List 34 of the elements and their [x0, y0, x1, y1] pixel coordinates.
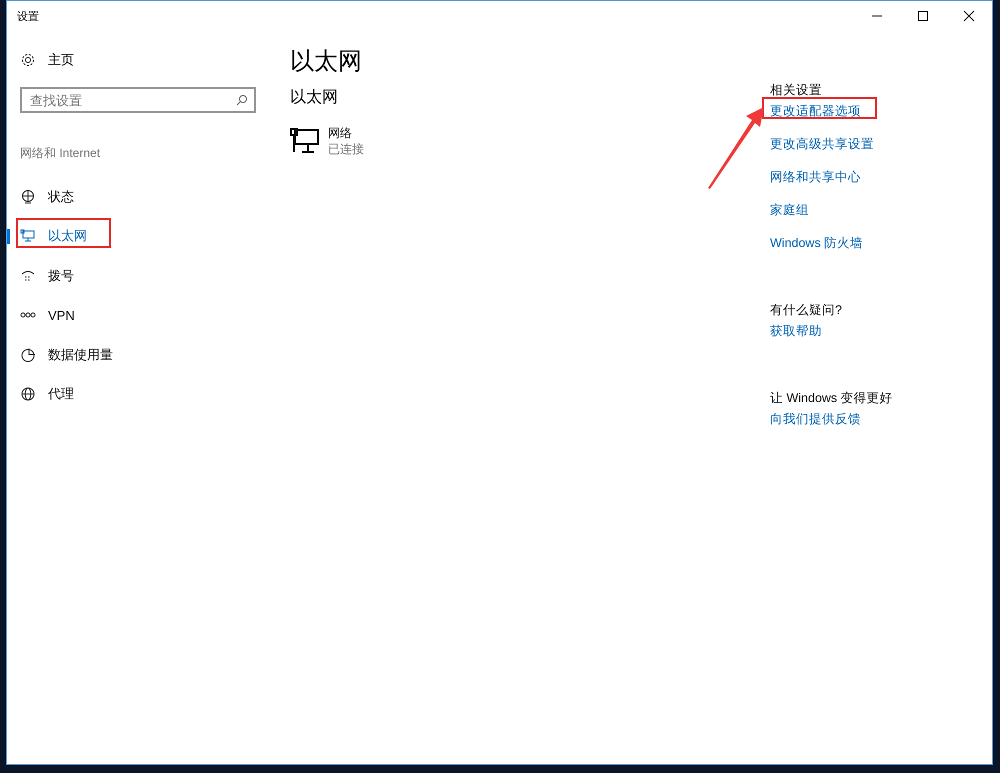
settings-link[interactable]: 网络和共享中心	[770, 169, 861, 186]
nav-item[interactable]: 状态	[7, 177, 290, 216]
maximize-icon	[917, 10, 929, 22]
page-title: 以太网	[290, 47, 362, 77]
settings-link[interactable]: 更改高级共享设置	[770, 136, 874, 153]
globe-icon	[20, 386, 36, 402]
nav-item[interactable]: 代理	[7, 374, 290, 414]
settings-link[interactable]: 更改适配器选项	[770, 103, 861, 120]
pie-chart-icon	[20, 346, 36, 363]
monitor-icon	[290, 128, 320, 154]
network-name: 网络	[328, 125, 353, 141]
feedback-heading: 让 Windows 变得更好	[770, 390, 893, 407]
close-icon	[963, 10, 975, 22]
network-item[interactable]: 网络 已连接	[290, 125, 364, 157]
globe-monitor-icon	[20, 188, 36, 205]
category-label: 网络和 Internet	[20, 145, 100, 162]
search-field[interactable]: 查找设置	[20, 87, 256, 113]
nav-item[interactable]: 以太网	[7, 216, 290, 256]
nav-item[interactable]: VPN	[7, 296, 290, 335]
help-heading: 有什么疑问?	[770, 302, 842, 319]
nav-item[interactable]: 拨号	[7, 256, 290, 296]
related-heading: 相关设置	[770, 82, 822, 99]
settings-link[interactable]: Windows 防火墙	[770, 235, 864, 252]
search-icon	[236, 94, 248, 106]
monitor-icon	[20, 228, 36, 244]
help-link[interactable]: 获取帮助	[770, 323, 822, 340]
network-status: 已连接	[328, 141, 364, 157]
settings-link[interactable]: 家庭组	[770, 202, 809, 219]
feedback-link[interactable]: 向我们提供反馈	[770, 411, 861, 428]
window-title: 设置	[17, 10, 39, 24]
nav-item[interactable]: 数据使用量	[7, 335, 290, 374]
section-title: 以太网	[290, 88, 338, 108]
settings-icon	[20, 52, 36, 68]
home-nav-item[interactable]: 主页	[20, 45, 78, 75]
